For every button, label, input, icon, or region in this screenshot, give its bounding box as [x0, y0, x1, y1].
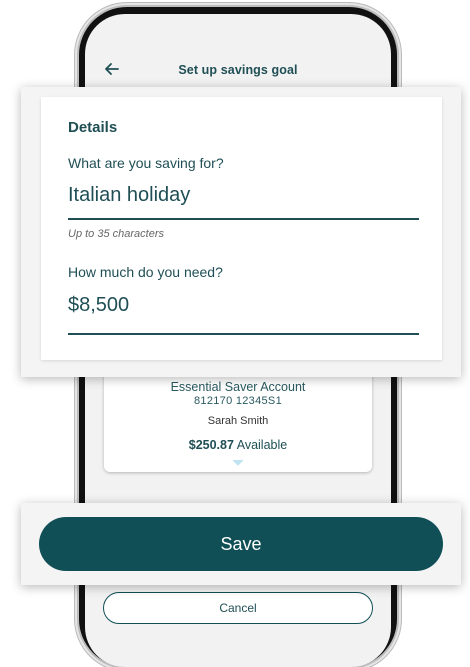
- balance-amount: $250.87: [188, 438, 234, 452]
- save-zoom-panel: Save: [21, 503, 461, 585]
- amount-input-underline: [68, 333, 419, 335]
- app-bar: Set up savings goal: [85, 14, 391, 94]
- page-title: Set up savings goal: [178, 63, 298, 77]
- cancel-button[interactable]: Cancel: [103, 592, 373, 624]
- details-heading: Details: [68, 119, 118, 136]
- goal-hint: Up to 35 characters: [68, 228, 164, 240]
- account-holder: Sarah Smith: [207, 415, 269, 427]
- save-button[interactable]: Save: [39, 517, 443, 571]
- details-zoom-panel: Details What are you saving for? Italian…: [21, 87, 461, 377]
- details-card: Details What are you saving for? Italian…: [41, 97, 442, 360]
- account-card[interactable]: Essential Saver Account 812170 12345S1 S…: [104, 362, 372, 472]
- balance-suffix: Available: [233, 438, 288, 452]
- amount-input[interactable]: $8,500: [68, 294, 129, 317]
- goal-input-underline: [68, 218, 419, 220]
- account-balance: $250.87 Available: [104, 438, 372, 452]
- chevron-down-icon[interactable]: [232, 459, 244, 467]
- amount-label: How much do you need?: [68, 264, 223, 280]
- goal-input[interactable]: Italian holiday: [68, 184, 190, 207]
- account-number: 812170 12345S1: [193, 395, 282, 407]
- account-name: Essential Saver Account: [170, 380, 306, 394]
- goal-label: What are you saving for?: [68, 155, 224, 171]
